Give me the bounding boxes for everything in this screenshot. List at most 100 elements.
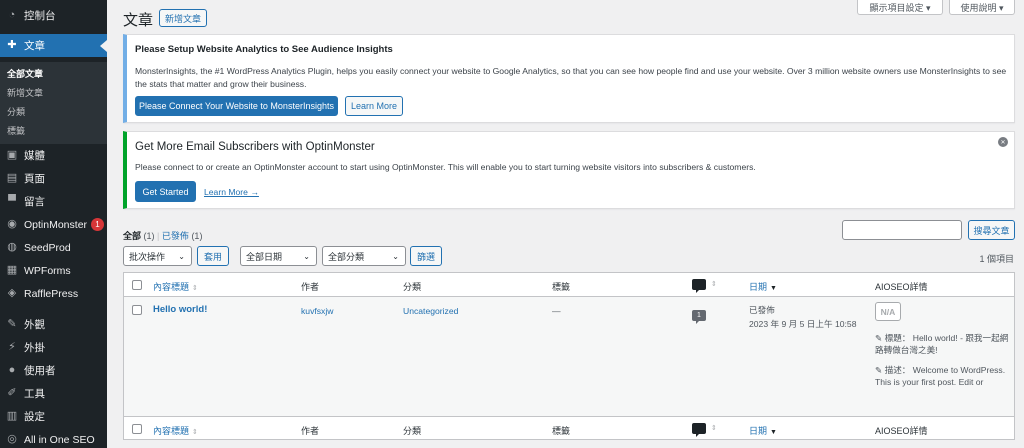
sidebar-item-label: All in One SEO <box>24 433 95 446</box>
column-tags: 標籤 <box>552 426 571 436</box>
get-started-button[interactable]: Get Started <box>135 181 196 202</box>
admin-sidebar: ◔ 控制台 ✚ 文章 全部文章 新增文章 分類 標籤 ▣ 媒體 ▤ 頁面 ▀ 留言 ◉ Op… <box>0 0 107 448</box>
notice-body: Please connect to or create an OptinMons… <box>135 162 756 172</box>
sidebar-item-wpforms[interactable]: ▦ WPForms <box>0 259 107 282</box>
chevron-down-icon: ⌄ <box>392 252 399 261</box>
category-filter-select[interactable]: 全部分類 ⌄ <box>322 246 406 266</box>
close-icon[interactable]: ✕ <box>998 137 1008 147</box>
filter-published-count: (1) <box>191 231 203 241</box>
sidebar-item-label: 工具 <box>24 388 45 400</box>
column-date[interactable]: 日期 ▼ <box>749 424 777 437</box>
learn-more-button[interactable]: Learn More <box>345 96 403 116</box>
posts-submenu: 全部文章 新增文章 分類 標籤 <box>0 62 107 144</box>
column-title[interactable]: 內容標題 ⇕ <box>153 280 198 293</box>
optinmonster-notice: Get More Email Subscribers with OptinMon… <box>123 131 1015 209</box>
post-status-filter: 全部 (1) | 已發佈 (1) <box>123 229 202 242</box>
seo-title-label: 標題： <box>884 333 911 343</box>
settings-icon: ▥ <box>6 410 18 422</box>
table-footer: 內容標題 ⇕ 作者 分類 標籤 ⇕ 日期 ▼ AIOSEO詳情 <box>124 416 1014 440</box>
search-input[interactable] <box>842 220 962 240</box>
table-header: 內容標題 ⇕ 作者 分類 標籤 ⇕ 日期 ▼ AIOSEO詳情 <box>124 273 1014 297</box>
filter-separator: | <box>157 231 160 241</box>
sidebar-item-label: 控制台 <box>24 10 56 22</box>
sort-icon: ⇕ <box>711 425 717 432</box>
sidebar-item-seedprod[interactable]: ◍ SeedProd <box>0 236 107 259</box>
column-title[interactable]: 內容標題 ⇕ <box>153 424 198 437</box>
filter-button[interactable]: 篩選 <box>410 246 442 266</box>
screen-options-button[interactable]: 顯示項目設定 ▾ <box>857 0 943 15</box>
submenu-categories[interactable]: 分類 <box>7 105 25 118</box>
column-categories: 分類 <box>403 282 422 292</box>
sidebar-item-media[interactable]: ▣ 媒體 <box>0 144 107 167</box>
submenu-all-posts[interactable]: 全部文章 <box>7 67 43 80</box>
sidebar-item-aioseo[interactable]: ◎ All in One SEO <box>0 428 107 448</box>
help-button[interactable]: 使用說明 ▾ <box>949 0 1015 15</box>
sidebar-item-label: 外觀 <box>24 319 45 331</box>
submenu-tags[interactable]: 標籤 <box>7 124 25 137</box>
comment-icon <box>692 279 706 293</box>
bulk-actions-select[interactable]: 批次操作 ⌄ <box>123 246 192 266</box>
column-categories: 分類 <box>403 426 422 436</box>
sidebar-item-posts[interactable]: ✚ 文章 <box>0 34 107 57</box>
seedprod-icon: ◍ <box>7 241 17 253</box>
post-title-link[interactable]: Hello world! <box>153 304 207 316</box>
filter-all[interactable]: 全部 <box>123 231 141 241</box>
media-icon: ▣ <box>6 149 18 161</box>
select-all-checkbox[interactable] <box>132 424 142 434</box>
connect-monsterinsights-button[interactable]: Please Connect Your Website to MonsterIn… <box>135 96 338 116</box>
rafflepress-icon: ◈ <box>7 287 17 299</box>
sidebar-item-plugins[interactable]: ⚡ 外掛 <box>0 336 107 359</box>
post-category-link[interactable]: Uncategorized <box>403 305 458 317</box>
column-author: 作者 <box>301 282 320 292</box>
post-status: 已發佈 <box>749 305 775 315</box>
sidebar-item-label: 留言 <box>24 196 45 208</box>
filter-all-count: (1) <box>143 231 155 241</box>
pencil-icon: ✎ <box>875 365 883 375</box>
column-date[interactable]: 日期 ▼ <box>749 280 777 293</box>
comment-count-badge[interactable]: 1 <box>692 310 706 324</box>
date-filter-select[interactable]: 全部日期 ⌄ <box>240 246 317 266</box>
sidebar-item-tools[interactable]: ✐ 工具 <box>0 382 107 405</box>
sidebar-item-label: RafflePress <box>24 287 79 300</box>
column-date-label: 日期 <box>749 282 768 292</box>
monsterinsights-notice: Please Setup Website Analytics to See Au… <box>123 34 1015 123</box>
sidebar-item-optinmonster[interactable]: ◉ OptinMonster 1 <box>0 213 107 236</box>
sidebar-item-pages[interactable]: ▤ 頁面 <box>0 167 107 190</box>
seo-description-block[interactable]: ✎ 描述： Welcome to WordPress. This is your… <box>875 364 1009 388</box>
appearance-icon: ✎ <box>7 318 17 330</box>
sidebar-item-dashboard[interactable]: ◔ 控制台 <box>0 4 107 27</box>
search-posts-button[interactable]: 搜尋文章 <box>968 220 1015 240</box>
sidebar-item-label: SeedProd <box>24 241 71 254</box>
column-author: 作者 <box>301 426 320 436</box>
sidebar-item-label: 外掛 <box>24 342 45 354</box>
learn-more-link[interactable]: Learn More → <box>204 187 259 197</box>
add-new-post-button[interactable]: 新增文章 <box>159 9 207 27</box>
submenu-add-new[interactable]: 新增文章 <box>7 86 43 99</box>
sidebar-item-comments[interactable]: ▀ 留言 <box>0 190 107 213</box>
pencil-icon: ✎ <box>875 333 883 343</box>
column-title-label: 內容標題 <box>153 426 190 436</box>
notice-body: MonsterInsights, the #1 WordPress Analyt… <box>135 66 1007 89</box>
select-all-checkbox[interactable] <box>132 280 142 290</box>
post-author-link[interactable]: kuvfsxjw <box>301 305 333 317</box>
user-icon: ● <box>8 364 16 376</box>
filter-published[interactable]: 已發佈 <box>162 231 189 241</box>
sidebar-item-label: 文章 <box>24 40 45 52</box>
sidebar-item-appearance[interactable]: ✎ 外觀 <box>0 313 107 336</box>
sidebar-item-settings[interactable]: ▥ 設定 <box>0 405 107 428</box>
sidebar-item-rafflepress[interactable]: ◈ RafflePress <box>0 282 107 305</box>
dashboard-icon: ◔ <box>8 9 16 21</box>
posts-table: 內容標題 ⇕ 作者 分類 標籤 ⇕ 日期 ▼ AIOSEO詳情 Hello worl… <box>123 272 1015 440</box>
sort-icon: ⇕ <box>711 281 717 288</box>
apply-button[interactable]: 套用 <box>197 246 229 266</box>
aioseo-icon: ◎ <box>7 433 17 445</box>
sidebar-item-label: 使用者 <box>24 365 56 377</box>
sidebar-item-users[interactable]: ● 使用者 <box>0 359 107 382</box>
post-tags: — <box>552 306 561 316</box>
column-aioseo: AIOSEO詳情 <box>875 426 928 436</box>
main-content: 顯示項目設定 ▾ 使用說明 ▾ 文章 新增文章 Please Setup Web… <box>107 0 1024 448</box>
seo-title-block[interactable]: ✎ 標題： Hello world! - 跟我一起網路轉做台灣之美! <box>875 332 1009 356</box>
notification-badge: 1 <box>91 218 105 231</box>
seo-desc-label: 描述： <box>884 365 911 375</box>
row-checkbox[interactable] <box>132 305 142 315</box>
